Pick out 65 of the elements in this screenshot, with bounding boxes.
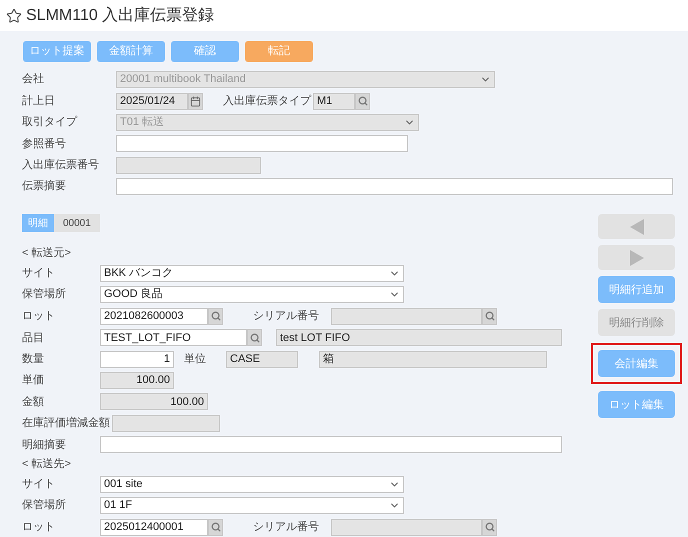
site-select[interactable]: 001 site [100, 476, 404, 493]
location-select[interactable]: GOOD 良品 [100, 286, 404, 303]
unit-price-field[interactable]: 100.00 [100, 372, 174, 390]
location-select[interactable]: 01 1F [100, 497, 404, 514]
right-triangle-icon [630, 250, 644, 266]
item-field[interactable]: TEST_LOT_FIFO [100, 329, 247, 346]
search-icon [484, 522, 494, 532]
search-icon [358, 96, 368, 106]
site-select[interactable]: BKK バンコク [100, 264, 404, 282]
search-button[interactable] [208, 518, 223, 536]
field-label: 明細摘要 [22, 438, 67, 453]
field-label: 保管場所 [22, 498, 67, 514]
field-label: 入出庫伝票タイプ [223, 94, 312, 109]
calendar-icon [190, 96, 201, 107]
left-triangle-icon [630, 218, 644, 235]
field-label: 数量 [22, 352, 45, 367]
field-label: ロット [22, 308, 56, 324]
item-name-field[interactable]: test LOT FIFO [276, 329, 562, 346]
serial-field[interactable] [331, 518, 482, 536]
section-heading: < 転送先> [22, 457, 72, 472]
field-label: 入出庫伝票番号 [22, 158, 100, 173]
search-button[interactable] [482, 518, 497, 536]
search-icon [210, 522, 220, 532]
field-label: 取引タイプ [22, 114, 78, 130]
search-button[interactable] [247, 329, 262, 346]
calendar-button[interactable] [188, 92, 203, 110]
line-memo-field[interactable] [100, 436, 562, 454]
memo-field[interactable] [116, 178, 673, 196]
field-label: 会社 [22, 72, 45, 88]
field-label: 金額 [22, 394, 45, 410]
field-label: シリアル番号 [253, 520, 320, 535]
field-label: 計上日 [22, 94, 56, 109]
search-icon [250, 332, 260, 343]
field-label: サイト [22, 266, 56, 281]
date-field[interactable]: 2025/01/24 [116, 92, 188, 110]
valuation-field[interactable] [112, 414, 220, 432]
field-label: 単価 [22, 373, 45, 388]
field-label: 品目 [22, 330, 45, 346]
search-button[interactable] [482, 308, 497, 325]
quantity-field[interactable]: 1 [100, 350, 174, 368]
field-label: ロット [22, 520, 56, 535]
star-icon[interactable] [6, 8, 22, 24]
lot-field[interactable]: 2021082600003 [100, 308, 208, 325]
search-button[interactable] [355, 92, 370, 110]
amount-field[interactable]: 100.00 [100, 393, 208, 410]
serial-field[interactable] [331, 308, 482, 325]
field-label: 単位 [184, 352, 207, 367]
field-label: 伝票摘要 [22, 178, 67, 194]
unit-field[interactable]: CASE [226, 350, 298, 368]
unit-name-field[interactable]: 箱 [319, 350, 547, 368]
page-title: SLMM110 入出庫伝票登録 [26, 6, 214, 26]
search-icon [210, 311, 220, 322]
reference-number-field[interactable] [116, 135, 408, 152]
field-label: 参照番号 [22, 136, 67, 152]
detail-tab[interactable]: 明細 00001 [22, 214, 100, 232]
search-button[interactable] [208, 308, 223, 325]
lot-field[interactable]: 2025012400001 [100, 518, 208, 536]
field-label: 在庫評価増減金額 [22, 416, 111, 432]
slip-number-field[interactable] [116, 156, 261, 174]
search-icon [484, 311, 494, 322]
slip-type-field[interactable]: M1 [313, 92, 355, 110]
field-label: シリアル番号 [253, 308, 320, 324]
section-heading: < 転送元> [22, 246, 72, 262]
field-label: サイト [22, 476, 56, 492]
field-label: 保管場所 [22, 287, 67, 302]
